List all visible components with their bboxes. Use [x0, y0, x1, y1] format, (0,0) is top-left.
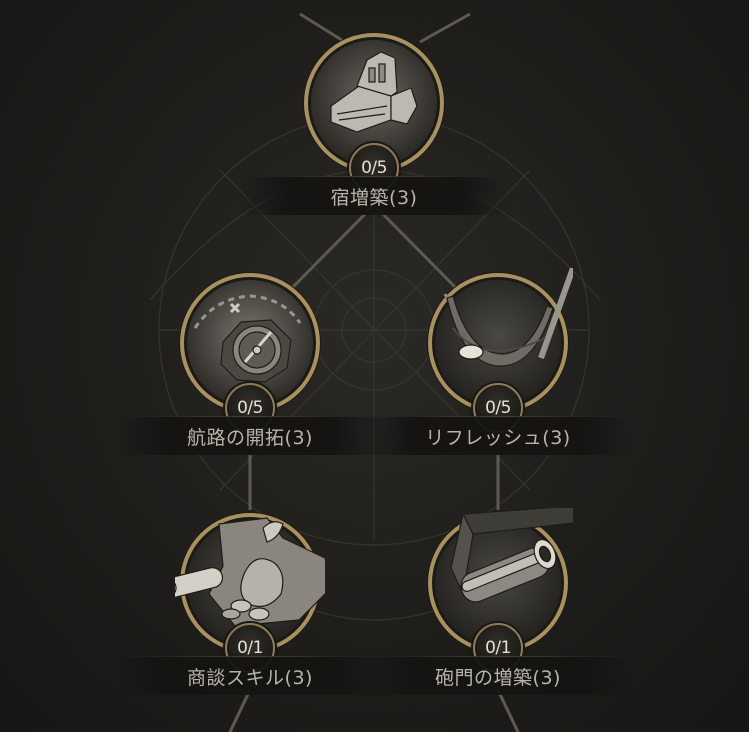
skill-label: 航路の開拓(3): [187, 427, 313, 449]
skill-tree-panel: 0/5 宿増築(3) 0/5 航路の開拓(3) 0/5 リフレッシュ(3) 0/…: [0, 0, 749, 732]
skill-node-gate-expansion[interactable]: 0/1: [423, 508, 573, 673]
skill-label: リフレッシュ(3): [425, 427, 571, 449]
skill-label-bar: リフレッシュ(3): [363, 416, 633, 455]
skill-node-negotiation-skill[interactable]: 0/1: [175, 508, 325, 673]
skill-label: 宿増築(3): [330, 187, 418, 209]
skill-label: 商談スキル(3): [187, 667, 313, 689]
skill-label-bar: 宿増築(3): [239, 176, 509, 215]
skill-label-bar: 商談スキル(3): [115, 656, 385, 695]
skill-node-inn-expansion[interactable]: 0/5: [299, 28, 449, 193]
skill-label: 砲門の増築(3): [435, 667, 561, 689]
skill-label-bar: 航路の開拓(3): [115, 416, 385, 455]
skill-node-route-pioneering[interactable]: 0/5: [175, 268, 325, 433]
skill-node-refresh[interactable]: 0/5: [423, 268, 573, 433]
skill-label-bar: 砲門の増築(3): [363, 656, 633, 695]
